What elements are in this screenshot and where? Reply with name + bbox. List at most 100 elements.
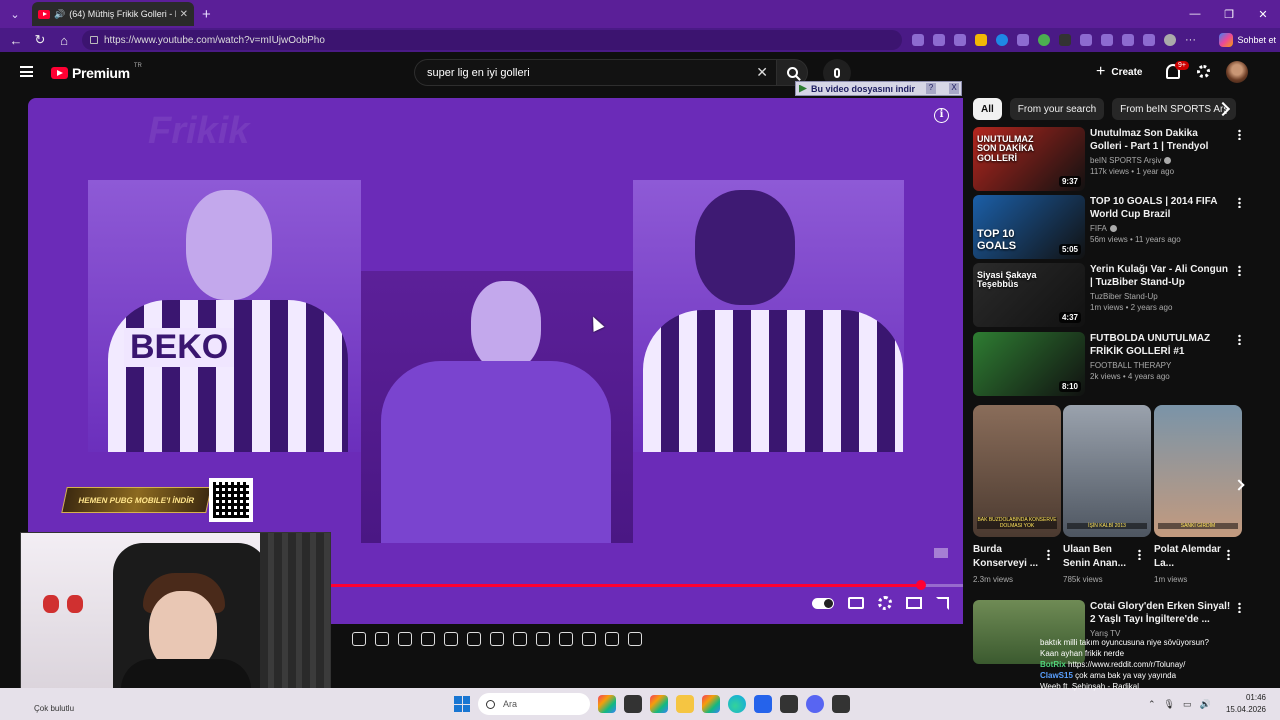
discord-icon[interactable] [806, 695, 824, 713]
photos-icon[interactable] [650, 695, 668, 713]
edge-icon[interactable] [728, 695, 746, 713]
collections-icon[interactable] [1143, 34, 1155, 46]
more-options-icon[interactable] [1138, 549, 1141, 560]
channel-name[interactable]: FIFA [1090, 224, 1107, 233]
back-icon[interactable]: ← [4, 33, 28, 48]
channel-name[interactable]: FOOTBALL THERAPY [1090, 361, 1232, 370]
taskbar-search[interactable]: Ara [478, 693, 590, 715]
video-thumbnail[interactable]: 8:10 [973, 332, 1085, 396]
search-input[interactable]: super lig en iyi golleri ✕ [414, 59, 776, 86]
extension-icon[interactable] [1017, 34, 1029, 46]
more-options-icon[interactable] [1047, 549, 1050, 560]
tab-actions-menu-icon[interactable]: ⌄ [4, 3, 26, 25]
recommended-video[interactable]: Siyasi Şakaya Teşebbüs 4:37 Yerin Kulağı… [973, 263, 1243, 327]
audio-icon[interactable]: 🔊 [54, 9, 65, 20]
extension-icon[interactable] [996, 34, 1008, 46]
file-icon[interactable] [467, 632, 481, 646]
picture-in-picture-icon[interactable] [582, 632, 596, 646]
maximize-icon[interactable]: ❐ [1212, 8, 1246, 21]
info-icon[interactable]: i [934, 108, 949, 123]
video-title[interactable]: Cotai Glory'den Erken Sinyal! 2 Yaşlı Ta… [1090, 600, 1232, 626]
extension-icon[interactable] [1080, 34, 1092, 46]
app-icon[interactable] [702, 695, 720, 713]
weather-label[interactable]: Çok bulutlu [34, 704, 74, 713]
power-icon[interactable] [421, 632, 435, 646]
clock[interactable]: 01:46 15.04.2026 [1226, 692, 1266, 716]
video-thumbnail[interactable]: Siyasi Şakaya Teşebbüs 4:37 [973, 263, 1085, 327]
volume-icon[interactable]: 🔊 [1200, 699, 1211, 710]
short-title[interactable]: Polat Alemdar La... [1154, 543, 1232, 571]
chip-all[interactable]: All [973, 98, 1002, 120]
store-icon[interactable] [754, 695, 772, 713]
channel-name[interactable]: TuzBiber Stand-Up [1090, 292, 1232, 301]
recommended-video[interactable]: UNUTULMAZ SON DAKİKA GOLLERİ 9:37 Unutul… [973, 127, 1243, 191]
download-banner[interactable]: Bu video dosyasını indir ? X [795, 81, 962, 96]
short-thumbnail[interactable]: SANKİ GİRDİM [1154, 405, 1242, 537]
fullscreen-icon[interactable] [936, 596, 949, 610]
recommended-video[interactable]: TOP 10 GOALS 5:05 TOP 10 GOALS | 2014 FI… [973, 195, 1243, 259]
new-tab-icon[interactable]: + [202, 6, 211, 23]
create-button[interactable]: + Create [1096, 63, 1142, 81]
translate-icon[interactable] [933, 34, 945, 46]
avatar[interactable] [1226, 61, 1248, 83]
more-options-icon[interactable] [1238, 602, 1241, 613]
more-options-icon[interactable] [1238, 129, 1241, 140]
profile-icon[interactable] [1164, 34, 1176, 46]
short-thumbnail[interactable]: BAK BUZDOLABINDA KONSERVE DOLMASI YOK [973, 405, 1061, 537]
more-options-icon[interactable] [1238, 265, 1241, 276]
short-thumbnail[interactable]: İŞİN KALBİ 2013 [1063, 405, 1151, 537]
reload-icon[interactable]: ↻ [28, 32, 52, 48]
popout-icon[interactable] [559, 632, 573, 646]
more-options-icon[interactable] [1227, 549, 1230, 560]
more-icon[interactable]: ··· [1185, 34, 1196, 46]
video-title[interactable]: TOP 10 GOALS | 2014 FIFA World Cup Brazi… [1090, 195, 1232, 221]
player-settings-icon[interactable] [878, 596, 892, 610]
copilot-chat-button[interactable]: Sohbet et [1219, 33, 1276, 47]
mic-icon[interactable]: 🎙 [1164, 699, 1175, 710]
file-explorer-icon[interactable] [676, 695, 694, 713]
url-field[interactable]: https://www.youtube.com/watch?v=mIUjwOob… [82, 30, 902, 50]
extension-icon[interactable] [1038, 34, 1050, 46]
subtitles-icon[interactable] [848, 597, 864, 609]
video-thumbnail[interactable]: UNUTULMAZ SON DAKİKA GOLLERİ 9:37 [973, 127, 1085, 191]
favorites-icon[interactable] [1122, 34, 1134, 46]
menu-icon[interactable] [20, 66, 33, 77]
short-title[interactable]: Burda Konserveyi ... [973, 543, 1051, 571]
video-title[interactable]: FUTBOLDA UNUTULMAZ FRİKİK GOLLERİ #1 [1090, 332, 1232, 358]
download-close-button[interactable]: X [949, 83, 959, 94]
close-window-icon[interactable]: ✕ [1246, 8, 1280, 21]
tab-youtube[interactable]: 🔊 (64) Müthiş Frikik Golleri - Par ✕ [32, 2, 194, 26]
extension-icon[interactable] [1101, 34, 1113, 46]
video-title[interactable]: Yerin Kulağı Var - Ali Congun | TuzBiber… [1090, 263, 1232, 289]
settings-icon[interactable] [1197, 65, 1210, 78]
external-link-icon[interactable] [536, 632, 550, 646]
screenshot-icon[interactable] [352, 632, 366, 646]
progress-knob[interactable] [915, 580, 926, 590]
extension-icon[interactable] [1059, 34, 1071, 46]
video-thumbnail[interactable]: TOP 10 GOALS 5:05 [973, 195, 1085, 259]
download-help-button[interactable]: ? [926, 83, 937, 94]
refresh-icon[interactable] [628, 632, 642, 646]
miniplayer-icon[interactable] [906, 597, 922, 609]
close-circle-icon[interactable] [513, 632, 527, 646]
extension-icon[interactable] [912, 34, 924, 46]
transcript-icon[interactable] [375, 632, 389, 646]
home-icon[interactable]: ⌂ [52, 33, 76, 48]
loop-icon[interactable] [444, 632, 458, 646]
start-icon[interactable] [454, 696, 470, 712]
more-options-icon[interactable] [1238, 197, 1241, 208]
minimize-icon[interactable]: — [1178, 8, 1212, 21]
task-view-icon[interactable] [624, 695, 642, 713]
more-options-icon[interactable] [1238, 334, 1241, 345]
app-icon[interactable] [780, 695, 798, 713]
favorite-icon[interactable] [954, 34, 966, 46]
channel-name[interactable]: beIN SPORTS Arşiv [1090, 156, 1161, 165]
pubg-ad-banner[interactable]: HEMEN PUBG MOBILE'I İNDİR [61, 487, 212, 513]
chip-from-search[interactable]: From your search [1009, 98, 1105, 120]
tab-close-icon[interactable]: ✕ [180, 9, 188, 20]
clear-search-icon[interactable]: ✕ [756, 64, 768, 81]
gear-icon[interactable] [398, 632, 412, 646]
network-icon[interactable]: ▭ [1183, 699, 1192, 710]
autoplay-toggle[interactable] [812, 597, 834, 609]
video-title[interactable]: Unutulmaz Son Dakika Golleri - Part 1 | … [1090, 127, 1232, 153]
